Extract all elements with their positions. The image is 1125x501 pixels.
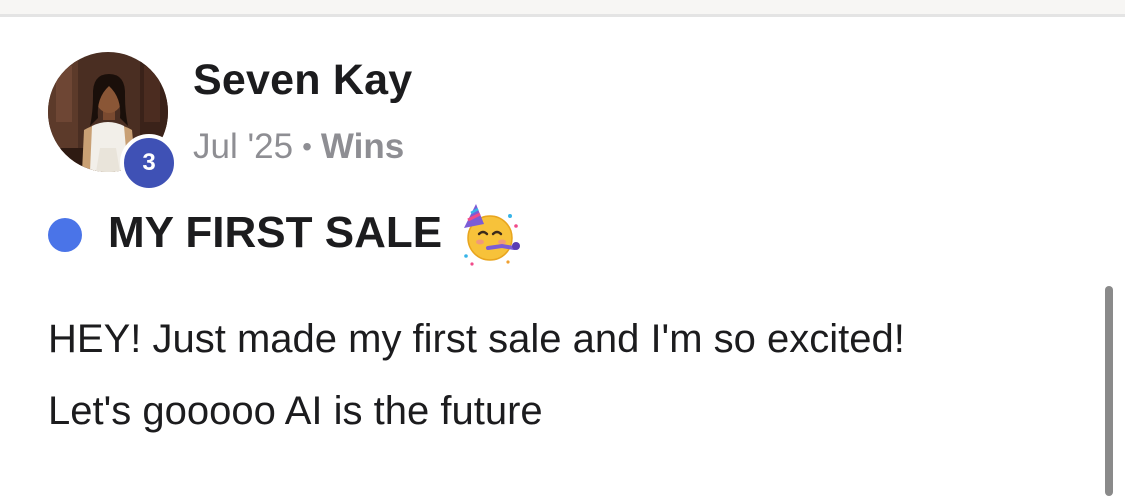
post-body-text: HEY! Just made my first sale and I'm so … <box>48 317 905 433</box>
top-divider <box>0 14 1125 17</box>
level-badge: 3 <box>120 134 178 192</box>
unread-indicator-dot <box>48 218 82 252</box>
author-avatar-container[interactable]: 3 <box>48 52 178 192</box>
post-category[interactable]: Wins <box>321 127 404 167</box>
scrollbar[interactable] <box>1105 286 1113 496</box>
author-name[interactable]: Seven Kay <box>193 56 412 105</box>
post-date: Jul '25 <box>193 127 294 166</box>
partying-face-icon <box>464 204 520 266</box>
top-bar <box>0 0 1125 14</box>
post-title[interactable]: MY FIRST SALE <box>108 208 442 258</box>
meta-separator: • <box>302 131 312 162</box>
post-meta: Jul '25 • Wins <box>193 127 404 167</box>
